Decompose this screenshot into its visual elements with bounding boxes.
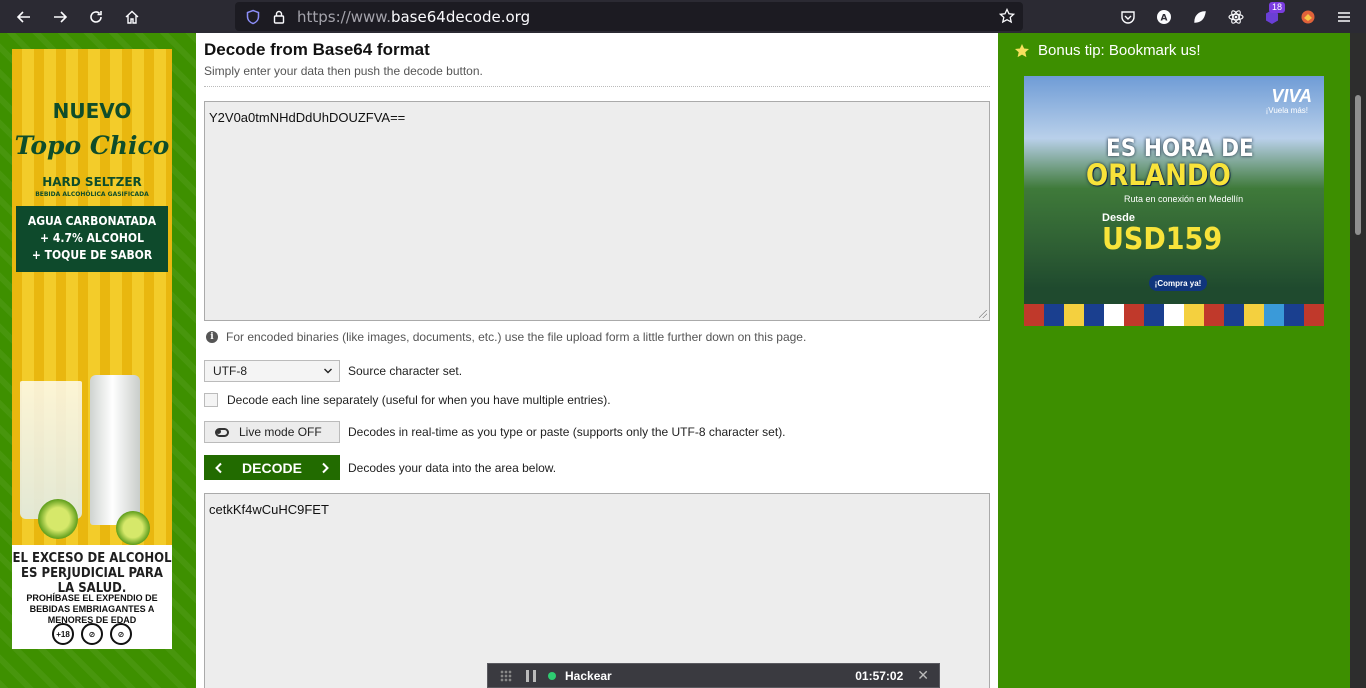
decode-button[interactable]: DECODE — [204, 455, 340, 480]
live-mode-description: Decodes in real-time as you type or past… — [348, 425, 786, 439]
pause-icon[interactable] — [526, 669, 536, 682]
charset-label: Source character set. — [348, 364, 463, 378]
divider — [204, 86, 990, 87]
scrollbar-thumb[interactable] — [1355, 95, 1361, 235]
toggle-icon — [215, 427, 229, 437]
ad-warning-icons: +18 ⊘ ⊘ — [52, 623, 132, 645]
live-mode-row: Live mode OFF Decodes in real-time as yo… — [204, 421, 786, 443]
hamburger-menu-icon[interactable] — [1326, 0, 1362, 33]
decode-description: Decodes your data into the area below. — [348, 460, 557, 475]
ad-bebida: BEBIDA ALCOHÓLICA GASIFICADA — [35, 191, 149, 198]
forward-arrow-icon[interactable] — [42, 0, 78, 33]
ad-box-line3: + TOQUE DE SABOR — [31, 248, 153, 262]
output-text: cetkKf4wCuHC9FET — [209, 502, 329, 517]
drag-handle-icon[interactable] — [500, 669, 512, 682]
ad-nuevo: NUEVO — [52, 99, 132, 123]
input-textarea[interactable]: Y2V0a0tmNHdDdUhDOUZFVA== — [204, 101, 990, 321]
ad-price: USD159 — [1102, 222, 1223, 257]
charset-row: UTF-8 Source character set. — [204, 360, 462, 382]
overlay-time: 01:57:02 — [855, 668, 904, 683]
reload-icon[interactable] — [78, 0, 114, 33]
home-icon[interactable] — [114, 0, 150, 33]
address-bar[interactable]: https://www.base64decode.org — [235, 2, 1023, 31]
ad-brand: Topo Chico — [14, 131, 170, 160]
each-line-row: Decode each line separately (useful for … — [204, 393, 611, 407]
shield-icon[interactable] — [245, 9, 261, 25]
ad-box-line1: AGUA CARBONATADA — [27, 214, 157, 228]
no-pregnant-icon: ⊘ — [81, 623, 103, 645]
extension-leaf-icon[interactable] — [1182, 0, 1218, 33]
resize-handle[interactable] — [979, 310, 987, 318]
ad-viva-logo: VIVA — [1271, 86, 1312, 106]
react-devtools-icon[interactable] — [1218, 0, 1254, 33]
ad-warning-text: EL EXCESO DE ALCOHOL ES PERJUDICIAL PARA… — [12, 551, 172, 596]
bonus-tip-text: Bonus tip: Bookmark us! — [1038, 42, 1201, 59]
ad-flags-strip — [1024, 304, 1324, 326]
age-18-icon: +18 — [52, 623, 74, 645]
ad-lime-image — [116, 511, 150, 545]
no-driving-icon: ⊘ — [110, 623, 132, 645]
upload-note: i For encoded binaries (like images, doc… — [206, 330, 806, 344]
left-advertisement[interactable]: NUEVO Topo Chico HARD SELTZER BEBIDA ALC… — [12, 49, 172, 649]
bookmark-star-icon[interactable] — [999, 8, 1015, 24]
close-icon[interactable]: ✕ — [917, 667, 929, 684]
right-advertisement[interactable]: VIVA ¡Vuela más! ES HORA DE ORLANDO Ruta… — [1024, 76, 1324, 326]
overlay-name: Hackear — [565, 668, 612, 683]
live-mode-label: Live mode OFF — [239, 425, 322, 439]
main-content: Decode from Base64 format Simply enter y… — [196, 33, 998, 688]
chevron-right-icon — [322, 462, 329, 473]
back-arrow-icon[interactable] — [6, 0, 42, 33]
upload-note-text: For encoded binaries (like images, docum… — [226, 330, 807, 344]
star-icon — [1015, 43, 1029, 57]
page: NUEVO Topo Chico HARD SELTZER BEBIDA ALC… — [0, 33, 1366, 688]
charset-select[interactable]: UTF-8 — [204, 360, 340, 382]
ad-glass-image — [20, 381, 82, 519]
extension-badge: 18 — [1268, 2, 1285, 13]
each-line-label[interactable]: Decode each line separately (useful for … — [227, 393, 611, 407]
ad-info-box: AGUA CARBONATADA + 4.7% ALCOHOL + TOQUE … — [16, 206, 168, 272]
ad-box-line2: + 4.7% ALCOHOL — [40, 231, 144, 245]
page-scrollbar[interactable] — [1350, 33, 1366, 688]
input-text: Y2V0a0tmNHdDdUhDOUZFVA== — [209, 110, 406, 125]
page-title: Decode from Base64 format — [204, 40, 430, 59]
ad-viva-tagline: ¡Vuela más! — [1265, 106, 1308, 115]
lock-icon[interactable] — [271, 9, 287, 25]
status-dot — [548, 671, 556, 680]
decode-label: DECODE — [242, 459, 302, 476]
ad-can-image — [90, 375, 140, 525]
charset-value: UTF-8 — [213, 364, 247, 378]
live-mode-button[interactable]: Live mode OFF — [204, 421, 340, 443]
info-icon: i — [206, 331, 218, 343]
url-text[interactable]: https://www.base64decode.org — [297, 8, 530, 26]
ad-lime-image — [38, 499, 78, 539]
pocket-icon[interactable] — [1110, 0, 1146, 33]
extension-hex-icon[interactable]: 18 — [1254, 0, 1290, 33]
ad-route: Ruta en conexión en Medellín — [1124, 194, 1244, 204]
ad-hard-seltzer: HARD SELTZER — [42, 175, 142, 189]
ad-warning-text-2: PROHÍBASE EL EXPENDIO DE BEBIDAS EMBRIAG… — [26, 593, 158, 625]
decode-row: DECODE Decodes your data into the area b… — [204, 455, 556, 480]
extension-fox-icon[interactable] — [1290, 0, 1326, 33]
timer-overlay: Hackear 01:57:02 ✕ — [487, 663, 940, 688]
output-textarea[interactable]: cetkKf4wCuHC9FET — [204, 493, 990, 688]
browser-toolbar: https://www.base64decode.org A 18 — [0, 0, 1366, 33]
account-icon[interactable]: A — [1146, 0, 1182, 33]
page-subtitle: Simply enter your data then push the dec… — [204, 64, 483, 78]
ad-cta-button[interactable]: ¡Compra ya! — [1149, 275, 1207, 291]
each-line-checkbox[interactable] — [204, 393, 218, 407]
bonus-tip: Bonus tip: Bookmark us! — [1014, 42, 1201, 59]
chevron-left-icon — [215, 462, 222, 473]
right-sidebar: Bonus tip: Bookmark us! VIVA ¡Vuela más!… — [998, 33, 1350, 688]
chevron-down-icon — [324, 368, 332, 374]
svg-text:A: A — [1161, 13, 1168, 23]
ad-city: ORLANDO — [1086, 158, 1231, 192]
